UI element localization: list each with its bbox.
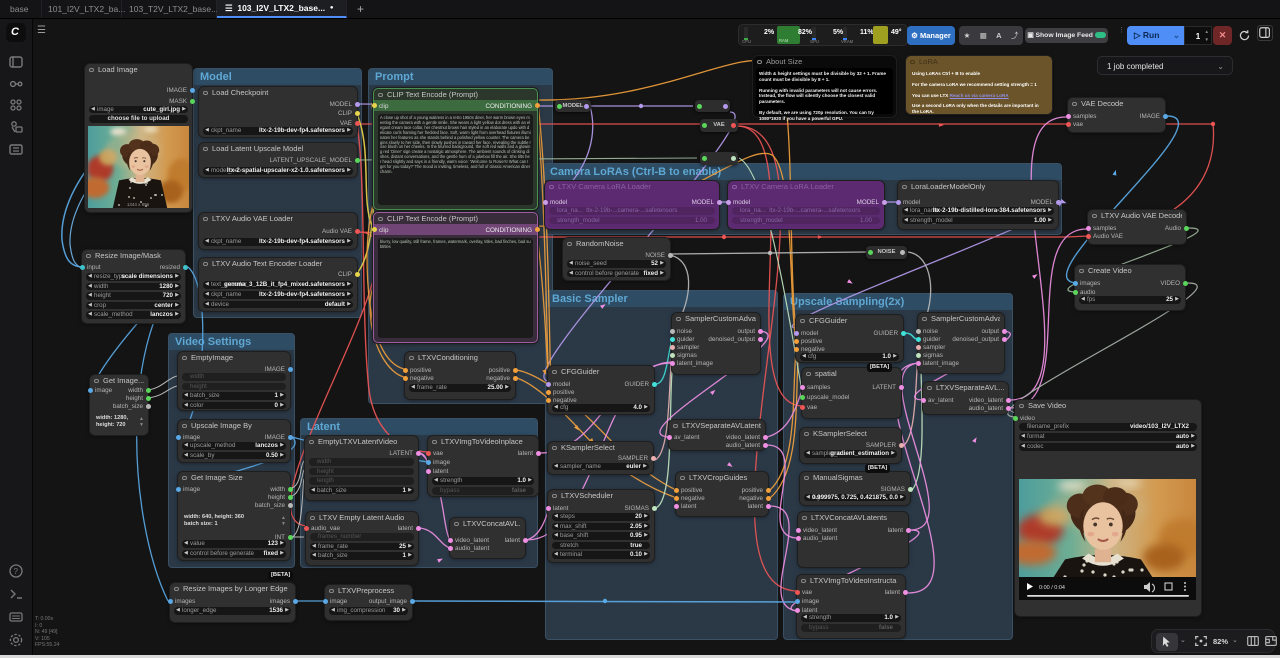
svg-text:1344 x 896: 1344 x 896 [127, 202, 150, 207]
svg-text:0:00 / 0:04: 0:00 / 0:04 [1039, 585, 1065, 591]
svg-text:?: ? [14, 567, 19, 576]
